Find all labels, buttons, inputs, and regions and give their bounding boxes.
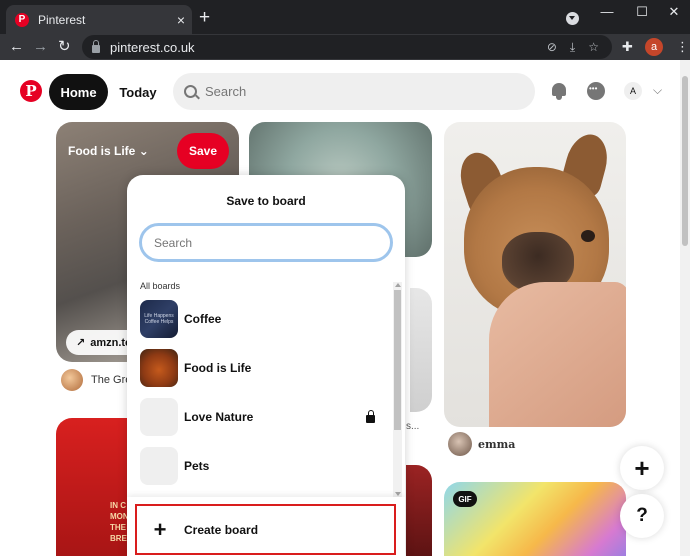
scrollbar-thumb[interactable] [394,290,401,430]
back-arrow-icon[interactable]: ← [9,37,24,57]
dog-eye [581,230,595,242]
gif-badge: GIF [453,491,477,507]
pinterest-logo-icon[interactable]: P [20,80,42,102]
pin-card[interactable] [444,122,626,427]
board-name: Coffee [184,312,222,326]
profile-avatar[interactable]: a [645,38,663,56]
scrollbar-thumb[interactable] [682,76,688,246]
minimize-button[interactable]: — [597,4,617,19]
lock-icon[interactable] [92,39,100,53]
pin-card[interactable] [410,288,432,412]
board-item-pets[interactable]: Pets [140,447,390,485]
home-button[interactable]: Home [49,74,108,110]
board-thumbnail [140,349,178,387]
create-board-button[interactable]: + Create board [135,504,396,555]
scroll-up-arrow-icon[interactable] [395,283,401,287]
board-item-coffee[interactable]: Life Happens Coffee Helps Coffee [140,300,390,338]
external-link-arrow-icon: ↗ [76,337,86,349]
board-name: Food is Life [184,361,252,375]
hand-photo [489,282,626,427]
close-window-button[interactable]: ✕ [664,4,684,20]
board-search-input[interactable]: Search [139,223,393,262]
board-thumbnail [140,447,178,485]
creator-avatar[interactable] [61,369,83,391]
creator-name[interactable]: The Gre [91,374,131,386]
maximize-button[interactable]: ☐ [632,4,652,20]
plus-icon: + [153,516,167,542]
address-bar[interactable]: pinterest.co.uk ⊘ ⤓ ☆ [82,35,612,59]
popup-footer: + Create board [127,497,405,556]
install-app-icon[interactable]: ⤓ [570,40,575,55]
pin-card[interactable]: IN CMONDAYTHEBREA [56,418,128,556]
search-placeholder: Search [205,84,247,99]
extensions-puzzle-icon[interactable]: ✚ [622,39,633,55]
popup-title: Save to board [226,194,306,208]
page-scrollbar[interactable] [680,60,690,556]
pin-board-selector[interactable]: Food is Life ⌄ [68,144,149,158]
pinterest-favicon-icon: P [15,12,29,27]
board-name: Pets [184,459,210,473]
secret-board-lock-icon [366,409,375,423]
board-search-placeholder: Search [154,235,193,250]
account-chevron-down-icon[interactable]: ⌵ [653,83,662,98]
browser-menu-icon[interactable]: ⋮ [676,39,689,55]
pin-caption[interactable]: s... [406,421,419,432]
account-avatar[interactable]: A [624,82,642,100]
search-icon [184,85,197,98]
browser-toolbar: ← → ↻ pinterest.co.uk ⊘ ⤓ ☆ ✚ a ⋮ [0,34,690,60]
messages-icon[interactable] [587,82,605,100]
new-tab-button[interactable]: + [199,8,210,28]
pin-attribution[interactable]: emma [448,432,515,456]
notifications-blocked-icon[interactable]: ⊘ [547,40,557,54]
browser-tab[interactable]: P Pinterest × [6,5,192,34]
all-boards-label: All boards [140,281,181,291]
notifications-bell-icon[interactable] [551,82,567,100]
today-button[interactable]: Today [116,74,160,110]
create-pin-button[interactable]: + [620,446,664,490]
browser-tab-strip: P Pinterest × + — ☐ ✕ [0,0,690,34]
board-list-scrollbar[interactable] [393,282,402,497]
chevron-down-icon: ⌄ [138,144,149,158]
creator-avatar[interactable] [448,432,472,456]
pin-card[interactable] [406,465,432,556]
pin-attribution[interactable]: The Gre [61,369,131,391]
tab-close-icon[interactable]: × [170,12,192,28]
reload-icon[interactable]: ↻ [58,37,71,57]
tab-search-icon[interactable] [566,12,579,25]
bookmark-star-icon[interactable]: ☆ [588,40,599,54]
tab-title: Pinterest [38,12,86,27]
forward-arrow-icon[interactable]: → [33,37,48,57]
board-item-food-is-life[interactable]: Food is Life [140,349,390,387]
pin-image-text: IN CMONDAYTHEBREA [110,501,128,543]
creator-name[interactable]: emma [478,438,515,451]
save-button[interactable]: Save [177,133,229,169]
board-name: Love Nature [184,410,254,424]
search-input[interactable]: Search [173,73,535,110]
address-url[interactable]: pinterest.co.uk [110,40,547,55]
board-item-love-nature[interactable]: Love Nature [140,398,390,436]
save-to-board-popup: Save to board Search All boards Life Hap… [127,175,405,556]
scroll-down-arrow-icon[interactable] [395,492,401,496]
help-button[interactable]: ? [620,494,664,538]
board-thumbnail: Life Happens Coffee Helps [140,300,178,338]
create-board-label: Create board [184,522,259,537]
pin-card[interactable]: GIF [444,482,626,556]
board-thumbnail [140,398,178,436]
